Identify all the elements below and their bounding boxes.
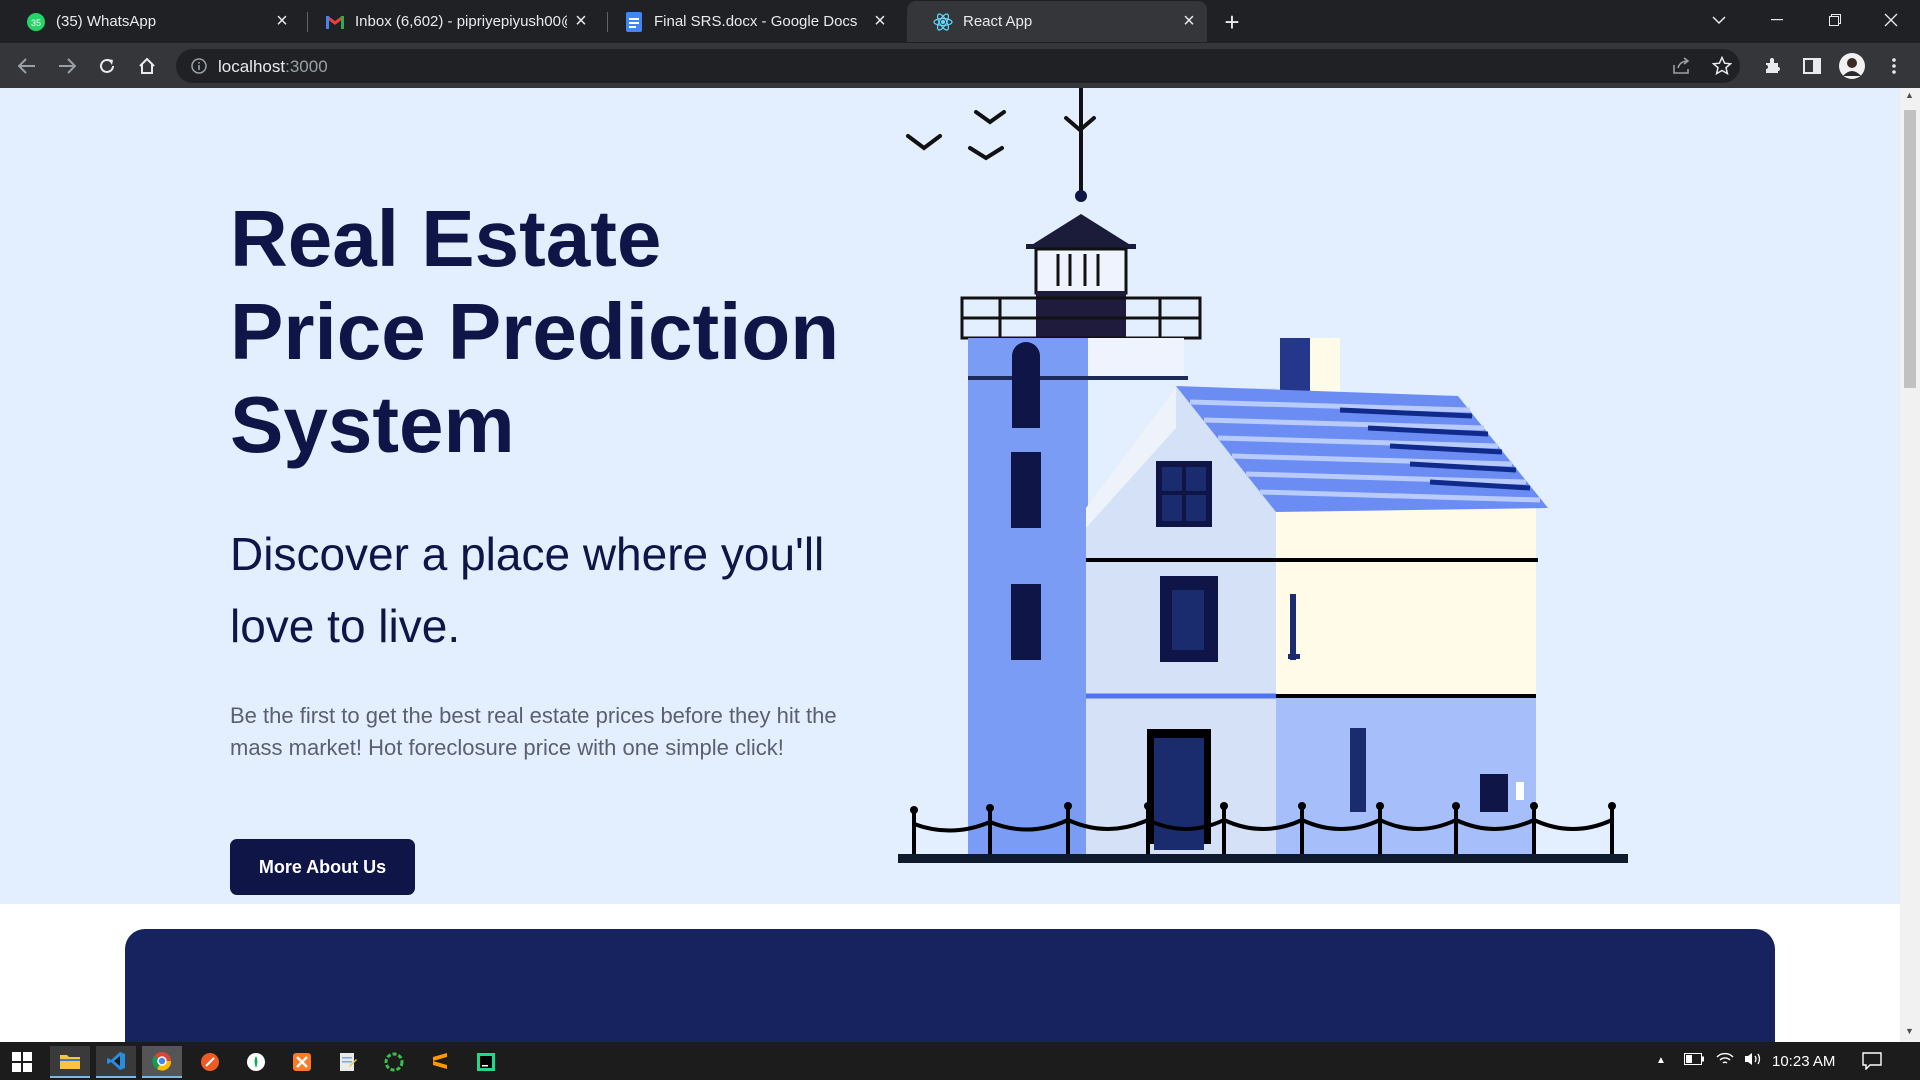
gmail-icon bbox=[325, 12, 345, 32]
new-tab-button[interactable]: + bbox=[1218, 7, 1246, 37]
extensions-icon[interactable] bbox=[1756, 50, 1788, 82]
tab-search-icon[interactable] bbox=[1690, 0, 1748, 40]
chrome-icon[interactable] bbox=[142, 1046, 182, 1078]
close-icon[interactable]: × bbox=[567, 8, 595, 36]
home-button[interactable] bbox=[131, 50, 163, 82]
pycharm-icon[interactable] bbox=[466, 1046, 506, 1078]
minimize-button[interactable] bbox=[1748, 0, 1806, 40]
scrollbar-thumb[interactable] bbox=[1904, 110, 1916, 388]
bookmark-star-icon[interactable] bbox=[1711, 55, 1733, 81]
close-icon[interactable]: × bbox=[268, 8, 296, 36]
browser-toolbar: localhost:3000 bbox=[0, 43, 1920, 88]
hero-title: Real Estate Price Prediction System bbox=[230, 194, 840, 469]
tab-gmail[interactable]: Inbox (6,602) - pipriyepiyush00@ × bbox=[299, 1, 599, 42]
url-host: localhost bbox=[218, 57, 286, 76]
scroll-up-icon[interactable]: ▲ bbox=[1905, 90, 1914, 100]
postman-icon[interactable] bbox=[190, 1046, 230, 1078]
tab-bar: 35 (35) WhatsApp × Inbox (6,602) - pipri… bbox=[0, 0, 1920, 43]
url-text[interactable]: localhost:3000 bbox=[218, 57, 328, 77]
tab-google-docs[interactable]: Final SRS.docx - Google Docs × bbox=[598, 1, 898, 42]
url-port: :3000 bbox=[285, 57, 328, 76]
restore-button[interactable] bbox=[1806, 0, 1864, 40]
google-docs-icon bbox=[624, 11, 644, 32]
tab-title: (35) WhatsApp bbox=[56, 13, 157, 30]
page-viewport: Real Estate Price Prediction System Disc… bbox=[0, 88, 1900, 1042]
share-icon[interactable] bbox=[1672, 57, 1692, 80]
volume-icon[interactable] bbox=[1744, 1052, 1764, 1069]
tab-title: Final SRS.docx - Google Docs bbox=[654, 13, 858, 30]
file-explorer-icon[interactable] bbox=[50, 1046, 90, 1078]
close-icon[interactable]: × bbox=[866, 8, 894, 36]
vscode-icon[interactable] bbox=[96, 1046, 136, 1078]
lighthouse-illustration bbox=[898, 88, 1628, 863]
app-icon-green[interactable] bbox=[374, 1046, 414, 1078]
close-icon[interactable]: × bbox=[1175, 8, 1203, 36]
tab-react-app[interactable]: React App × bbox=[907, 1, 1207, 42]
tab-title: Inbox (6,602) - pipriyepiyush00@ bbox=[355, 13, 567, 30]
reload-button[interactable] bbox=[91, 50, 123, 82]
mongodb-compass-icon[interactable] bbox=[236, 1046, 276, 1078]
notification-center-icon[interactable] bbox=[1862, 1052, 1882, 1073]
back-button[interactable] bbox=[11, 50, 43, 82]
address-bar[interactable]: localhost:3000 bbox=[176, 49, 1740, 83]
content-panel bbox=[125, 929, 1775, 1042]
whatsapp-icon: 35 bbox=[26, 12, 46, 32]
sublime-icon[interactable] bbox=[420, 1046, 460, 1078]
battery-icon[interactable] bbox=[1684, 1052, 1704, 1068]
wifi-icon[interactable] bbox=[1716, 1052, 1734, 1069]
hero-section: Real Estate Price Prediction System Disc… bbox=[0, 88, 1900, 904]
react-icon bbox=[933, 12, 953, 32]
tab-title: React App bbox=[963, 13, 1033, 30]
profile-avatar[interactable] bbox=[1836, 50, 1868, 82]
windows-taskbar: ▲ 10:23 AM bbox=[0, 1042, 1920, 1080]
hero-description: Be the first to get the best real estate… bbox=[230, 703, 837, 760]
close-window-button[interactable] bbox=[1862, 0, 1920, 40]
svg-text:35: 35 bbox=[31, 18, 41, 28]
birds-icon bbox=[906, 110, 1096, 161]
notepad-icon[interactable] bbox=[328, 1046, 368, 1078]
windows-start-icon[interactable] bbox=[2, 1046, 42, 1078]
side-panel-icon[interactable] bbox=[1796, 50, 1828, 82]
scroll-down-icon[interactable]: ▼ bbox=[1905, 1026, 1914, 1036]
hero-subtitle: Discover a place where you'll love to li… bbox=[230, 528, 825, 652]
tab-whatsapp[interactable]: 35 (35) WhatsApp × bbox=[0, 1, 300, 42]
taskbar-clock[interactable]: 10:23 AM bbox=[1772, 1053, 1835, 1070]
xampp-icon[interactable] bbox=[282, 1046, 322, 1078]
more-about-us-button[interactable]: More About Us bbox=[230, 839, 415, 895]
site-info-icon[interactable] bbox=[190, 57, 208, 80]
show-hidden-icons-button[interactable]: ▲ bbox=[1656, 1055, 1666, 1066]
menu-icon[interactable] bbox=[1878, 50, 1910, 82]
forward-button[interactable] bbox=[51, 50, 83, 82]
page-scrollbar[interactable]: ▲ ▼ bbox=[1900, 88, 1920, 1042]
